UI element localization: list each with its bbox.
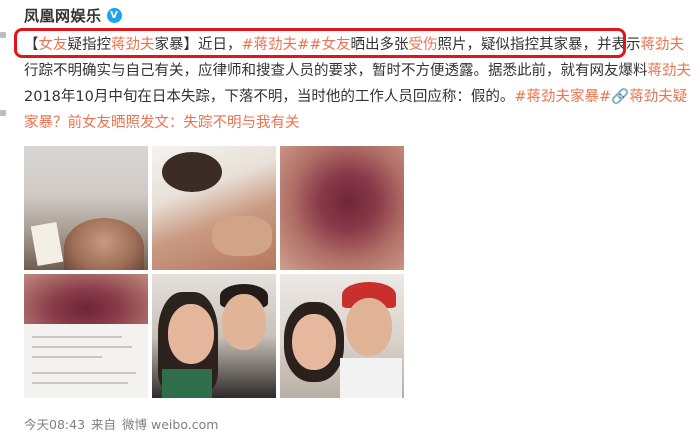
face-shape (168, 304, 214, 364)
paper-note (30, 222, 64, 266)
face-shape (64, 218, 144, 270)
bruise-area (24, 274, 148, 324)
post-text-segment: 【 (24, 37, 39, 53)
post-text-segment: 照片，疑似指控其家暴，并表示 (437, 37, 641, 53)
shirt-shape (340, 358, 402, 398)
photo-couple-selfie-1[interactable] (152, 274, 276, 398)
hashtag-link[interactable]: 🔗 (611, 89, 629, 105)
photo-woman-shoulder-bruise[interactable] (152, 146, 276, 270)
edge-dot (0, 110, 6, 116)
hair-shape (162, 152, 222, 192)
post-text-segment: 2018年10月中旬在日本失踪，下落不明，当时他的工作人员回应称：假的。 (24, 89, 515, 105)
caption-line (32, 372, 136, 374)
source-prefix: 来自 (91, 416, 117, 432)
keyword-highlight[interactable]: 蒋劲夫 (111, 37, 155, 53)
keyword-highlight[interactable]: 女友 (39, 37, 68, 53)
post-text: 【女友疑指控蒋劲夫家暴】近日，#蒋劲夫##女友晒出多张受伤照片，疑似指控其家暴，… (24, 32, 692, 136)
photo-bruise-with-caption-screenshot[interactable] (24, 274, 148, 398)
article-link[interactable]: 晒照发文：失踪不明与我有关 (111, 115, 300, 131)
edge-dot (0, 32, 6, 38)
keyword-highlight[interactable]: 女友 (82, 115, 111, 131)
arm-shape (212, 216, 272, 256)
hashtag-link[interactable]: #蒋劲夫# (242, 37, 310, 53)
post-footer: 今天08:43 来自 微博 weibo.com (24, 414, 224, 432)
hashtag-link[interactable]: #女友 (309, 37, 350, 53)
face-shape (346, 298, 392, 356)
caption-line (32, 382, 128, 384)
hashtag-link[interactable]: #蒋劲夫家暴# (514, 89, 611, 105)
post-source-link[interactable]: 微博 weibo.com (122, 414, 218, 433)
post-text-segment: 晒出多张 (350, 37, 409, 53)
post-time[interactable]: 今天08:43 (24, 414, 85, 433)
keyword-highlight[interactable]: 蒋劲夫 (640, 37, 684, 53)
keyword-highlight[interactable]: 受伤 (408, 37, 437, 53)
face-shape (222, 294, 266, 350)
face-shape (292, 314, 336, 370)
post-text-segment: 疑指控 (67, 37, 112, 53)
post-text-segment: 行踪不明确实与自己有关，应律师和搜查人员的要求，暂时不方便透露。据悉此前，就有网… (24, 63, 648, 79)
left-edge-marker (0, 0, 8, 438)
post-text-segment: 家暴】近日， (154, 37, 242, 53)
keyword-highlight[interactable]: 蒋劲夫 (648, 63, 692, 79)
verified-badge-icon: V (106, 7, 122, 23)
post-header: 凤凰网娱乐 V (24, 4, 122, 26)
clothing-shape (162, 369, 212, 398)
caption-line (32, 336, 122, 338)
photo-injured-face-lying[interactable] (24, 146, 148, 270)
caption-line (32, 356, 102, 358)
author-name[interactable]: 凤凰网娱乐 (24, 5, 102, 26)
keyword-highlight[interactable]: 蒋劲夫 (629, 89, 673, 105)
photo-couple-selfie-2[interactable] (280, 274, 404, 398)
caption-line (32, 346, 132, 348)
photo-bruise-closeup[interactable] (280, 146, 404, 270)
